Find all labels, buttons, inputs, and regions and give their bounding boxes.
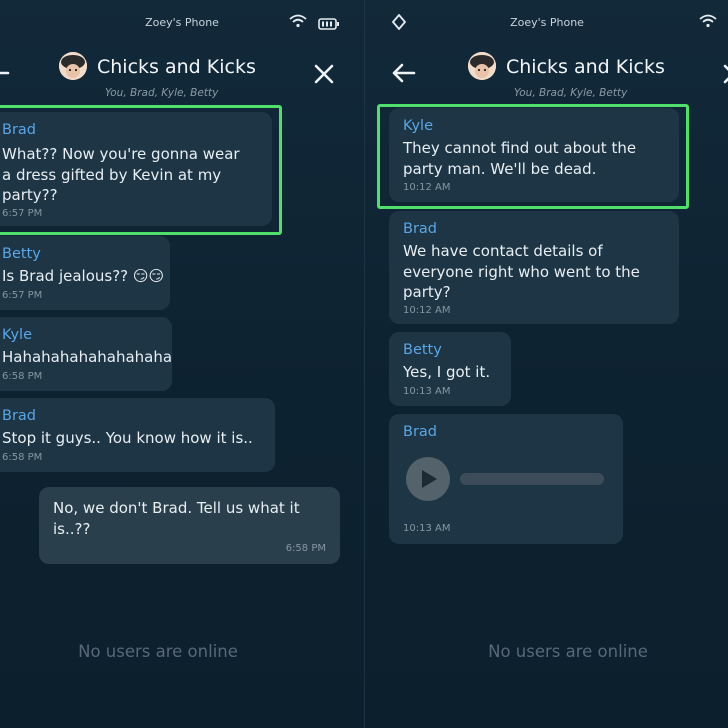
chat-header: Chicks and Kicks You, Brad, Kyle, Betty xyxy=(365,48,728,106)
message-sender: Brad xyxy=(403,424,437,440)
message-sender: Brad xyxy=(2,408,36,424)
battery-icon xyxy=(318,15,340,34)
message-text: No, we don't Brad. Tell us what it is..?… xyxy=(53,499,300,538)
message-sender: Betty xyxy=(403,342,442,358)
chat-screen-left: Zoey's Phone Chicks and Kicks You, Brad,… xyxy=(0,0,364,728)
message-time: 6:58 PM xyxy=(2,452,43,463)
message-text: Yes, I got it. xyxy=(403,363,491,381)
close-icon[interactable] xyxy=(722,63,728,89)
message-text: Stop it guys.. You know how it is.. xyxy=(2,429,253,447)
message-time: 6:58 PM xyxy=(2,371,43,382)
back-arrow-icon[interactable] xyxy=(392,62,416,88)
message-text: Is Brad jealous?? 😏😏 xyxy=(2,267,165,285)
wifi-icon xyxy=(699,13,717,32)
own-message-bubble[interactable]: No, we don't Brad. Tell us what it is..?… xyxy=(39,487,340,564)
device-title: Zoey's Phone xyxy=(145,16,219,29)
message-bubble[interactable]: Brad Stop it guys.. You know how it is..… xyxy=(0,398,275,472)
message-text: We have contact details of everyone righ… xyxy=(403,242,640,301)
close-icon[interactable] xyxy=(313,63,335,89)
play-button[interactable] xyxy=(406,457,450,501)
chat-header: Chicks and Kicks You, Brad, Kyle, Betty xyxy=(0,48,364,106)
wifi-icon xyxy=(289,13,307,32)
group-title: Chicks and Kicks xyxy=(506,56,665,78)
message-time: 10:13 AM xyxy=(403,523,451,534)
online-status-text: No users are online xyxy=(488,642,648,661)
status-bar: Zoey's Phone xyxy=(365,0,728,44)
message-sender: Kyle xyxy=(2,327,32,343)
message-bubble[interactable]: Betty Is Brad jealous?? 😏😏 6:57 PM xyxy=(0,236,170,310)
highlight-frame xyxy=(0,105,282,235)
device-title: Zoey's Phone xyxy=(510,16,584,29)
audio-progress-track[interactable] xyxy=(460,473,604,485)
message-time: 6:58 PM xyxy=(285,543,326,554)
highlight-frame xyxy=(377,104,689,209)
message-bubble[interactable]: Betty Yes, I got it. 10:13 AM xyxy=(389,332,511,406)
group-title: Chicks and Kicks xyxy=(97,56,256,78)
chat-screen-right: Zoey's Phone Chicks and Kicks You, Brad,… xyxy=(365,0,728,728)
group-members: You, Brad, Kyle, Betty xyxy=(105,87,219,99)
message-sender: Betty xyxy=(2,246,41,262)
group-avatar xyxy=(59,52,87,80)
message-time: 10:13 AM xyxy=(403,386,451,397)
message-bubble[interactable]: Brad We have contact details of everyone… xyxy=(389,211,679,324)
message-time: 10:12 AM xyxy=(403,305,451,316)
back-arrow-icon[interactable] xyxy=(0,62,10,88)
group-members: You, Brad, Kyle, Betty xyxy=(514,87,628,99)
voice-message-bubble[interactable]: Brad 10:13 AM xyxy=(389,414,623,544)
message-bubble[interactable]: Kyle Hahahahahahahahaha 6:58 PM xyxy=(0,317,172,391)
message-text: Hahahahahahahahaha xyxy=(2,348,173,366)
message-time: 6:57 PM xyxy=(2,290,43,301)
group-avatar xyxy=(468,52,496,80)
screenshot-comparison: Zoey's Phone Chicks and Kicks You, Brad,… xyxy=(0,0,728,728)
message-sender: Brad xyxy=(403,221,437,237)
play-icon xyxy=(422,470,437,488)
status-bar: Zoey's Phone xyxy=(0,0,364,44)
online-status-text: No users are online xyxy=(78,642,238,661)
